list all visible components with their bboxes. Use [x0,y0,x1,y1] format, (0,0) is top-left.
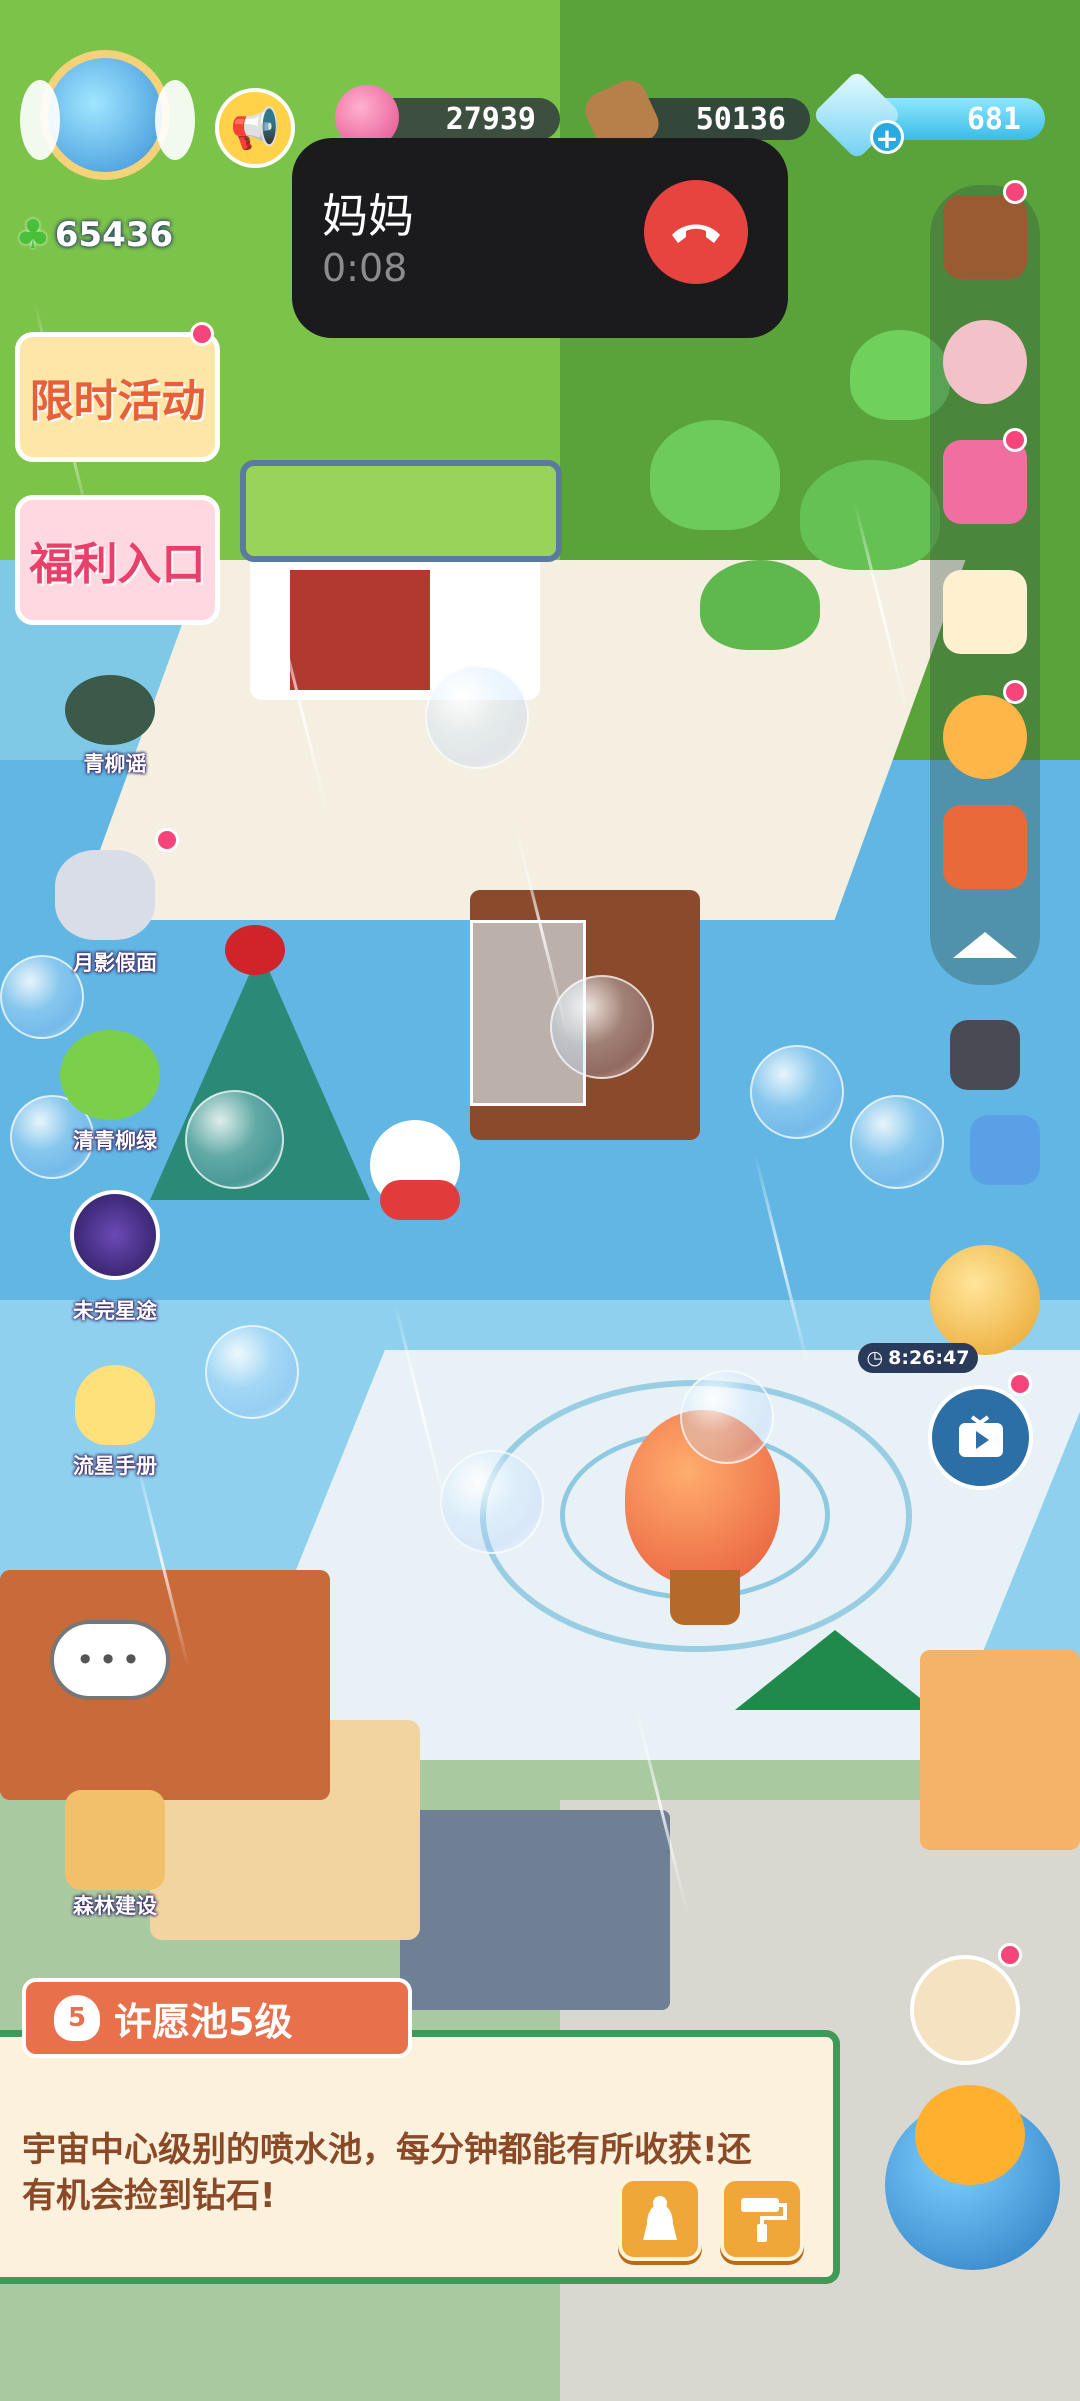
mushroom-tree [650,420,780,530]
lantern-bubble[interactable] [440,1450,544,1554]
welfare-entry-label: 福利入口 [29,539,206,590]
resource-1-value: 27939 [445,101,536,137]
call-overlay[interactable]: 妈妈 0:08 [292,138,788,338]
tv-play-icon [958,1414,1003,1457]
world-globe-button[interactable] [885,2085,1060,2270]
item-bubble[interactable] [850,1095,944,1189]
activity-label: 森林建设 [73,1894,157,1918]
resource-2-value: 50136 [695,101,786,137]
activity-label: 清青柳绿 [73,1129,157,1153]
notification-dot [190,322,214,346]
chat-bubble-icon[interactable]: ••• [50,1620,170,1700]
activity-label: 青柳谣 [83,752,147,776]
item-bubble[interactable] [185,1090,284,1189]
activity-label: 月影假面 [73,951,157,975]
building-title: 许愿池5级 [114,1999,293,2044]
phone-button[interactable] [970,1115,1040,1185]
activity-yueyingjiamian[interactable] [45,840,165,950]
clock-icon: ◷ [866,1347,884,1369]
task-list-button[interactable] [910,1955,1020,2065]
activity-label: 未完星途 [73,1299,157,1323]
notification-dot [998,1943,1022,1967]
paint-roller-icon [741,2198,787,2242]
activity-label: 流星手册 [73,1454,157,1478]
hangup-icon [672,224,720,243]
add-diamond-button[interactable]: + [870,120,904,155]
collect-button[interactable] [618,2177,702,2261]
activity-liuxingshouce[interactable] [60,1355,170,1455]
camera-button[interactable] [950,1020,1020,1090]
clover-icon: ♣ [15,212,51,258]
video-ad-button[interactable] [928,1385,1033,1490]
gift-bubble[interactable] [425,665,529,769]
player-avatar[interactable] [20,40,195,210]
notification-dot [1003,680,1027,704]
mushroom-tree [800,460,940,570]
notification-dot [1003,428,1027,452]
tree-bow [225,925,285,975]
reward-chest-icon[interactable] [930,1245,1040,1355]
balloon-basket [670,1570,740,1625]
shop-stall-button[interactable] [943,195,1027,279]
item-bubble[interactable] [680,1370,774,1464]
level-number: 5 [67,2003,87,2033]
timer-text: 8:26:47 [888,1347,970,1369]
shop-building[interactable] [240,460,562,700]
clover-count: 65436 [54,215,174,255]
snowman-scarf [380,1180,460,1220]
caller-name: 妈妈 [322,189,414,243]
timer-badge: ◷ 8:26:47 [858,1343,978,1373]
cafe-umbrella[interactable] [735,1630,935,1710]
bear-button[interactable] [943,320,1027,404]
building-title-header: 5 许愿池5级 [22,1978,412,2058]
hangup-button[interactable] [644,180,748,284]
berries-bubble[interactable] [750,1045,844,1139]
notification-dot [1008,1372,1032,1396]
diamond-value: 681 [966,101,1021,137]
food-truck[interactable] [920,1650,1080,1850]
level-badge: 5 [54,1995,100,2041]
chick-button[interactable] [943,695,1027,779]
limited-event-button[interactable]: 限时活动 [15,332,220,462]
notification-dot [155,828,179,852]
paint-roller-button[interactable] [720,2177,804,2261]
crate-stack[interactable] [0,1570,330,1800]
stone-gate[interactable] [400,1810,670,2010]
notebook-button[interactable] [943,440,1027,524]
activity-qingqingliulv[interactable] [55,1015,165,1125]
statue-icon [643,2196,677,2240]
jar-bubble[interactable] [205,1325,299,1419]
limited-event-label: 限时活动 [29,376,206,427]
building-info-panel: 宇宙中心级别的喷水池，每分钟都能有所收获!还有机会捡到钻石! [0,2030,840,2284]
activity-senlinjianshe[interactable] [65,1790,165,1890]
book-button[interactable] [943,805,1027,889]
notification-dot [1003,180,1027,204]
mushroom-tree [700,560,820,650]
speaker-button[interactable] [943,570,1027,654]
call-duration: 0:08 [322,246,408,290]
clover-counter: ♣ 65436 [15,212,173,258]
megaphone-icon[interactable]: 📢 [215,88,295,168]
collapse-arrow-icon[interactable] [945,915,1025,975]
activity-weiwanxingtu[interactable] [60,1180,170,1290]
welfare-entry-button[interactable]: 福利入口 [15,495,220,625]
